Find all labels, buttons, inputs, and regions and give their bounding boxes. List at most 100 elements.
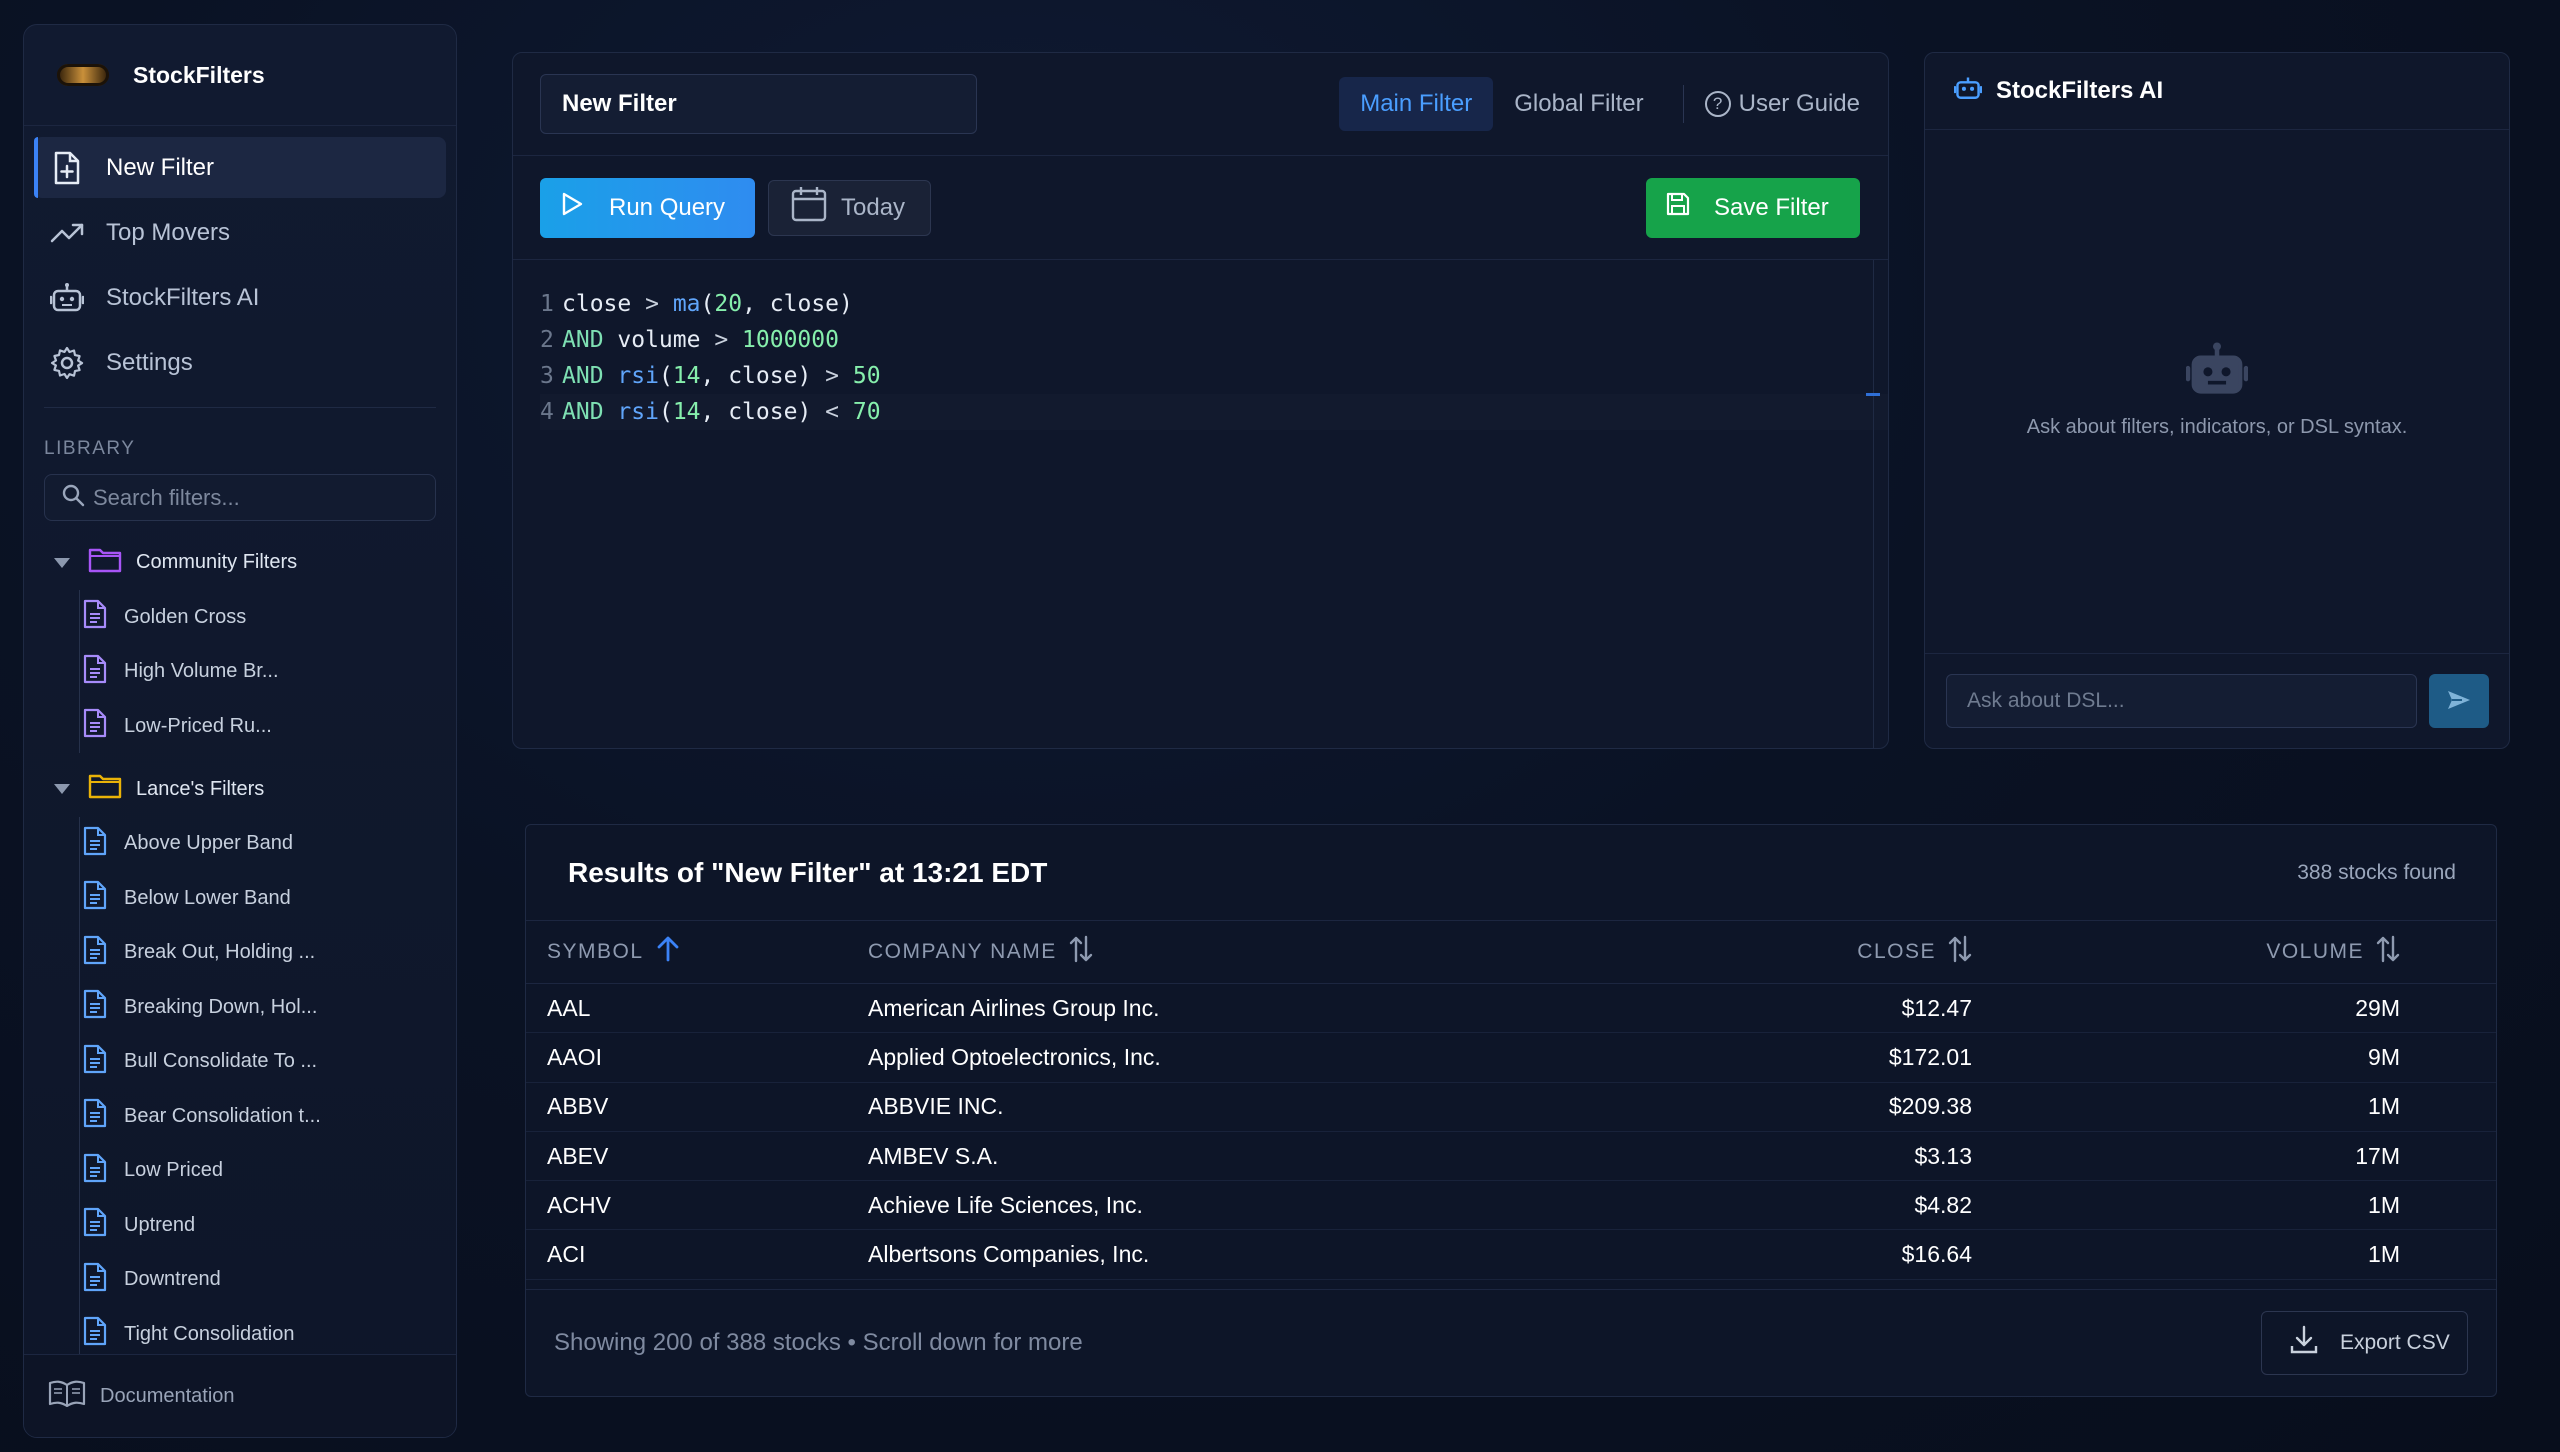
tab-main-filter[interactable]: Main Filter: [1339, 77, 1494, 131]
library-search-input[interactable]: [93, 484, 413, 511]
cell-volume: 29M: [2355, 994, 2400, 1021]
table-row[interactable]: ACI Albertsons Companies, Inc. $16.64 1M: [526, 1230, 2496, 1280]
table-row[interactable]: AAOI Applied Optoelectronics, Inc. $172.…: [526, 1033, 2496, 1083]
filter-file[interactable]: Below Lower Band: [24, 871, 456, 926]
cell-company: ABBVIE INC.: [868, 1093, 1004, 1120]
column-header-close[interactable]: CLOSE: [1738, 935, 1972, 969]
filter-file[interactable]: Uptrend: [24, 1198, 456, 1253]
trending-up-icon: [50, 216, 84, 250]
document-icon: [82, 989, 108, 1025]
nav-item-settings[interactable]: Settings: [34, 332, 446, 393]
ai-empty-state: Ask about filters, indicators, or DSL sy…: [1925, 341, 2509, 439]
cell-volume: 1M: [2368, 1191, 2400, 1218]
document-icon: [82, 1207, 108, 1243]
cell-volume: 1M: [2368, 1093, 2400, 1120]
send-icon: [2446, 689, 2472, 714]
table-row[interactable]: ABBV ABBVIE INC. $209.38 1M: [526, 1083, 2496, 1132]
code-editor[interactable]: 1 close > ma(20, close) 2 AND volume > 1…: [513, 260, 1888, 430]
filter-tabs: Main Filter Global Filter ? User Guide: [1339, 77, 1860, 131]
folder-icon: [88, 773, 122, 805]
download-icon: [2290, 1325, 2318, 1361]
table-row[interactable]: ABEV AMBEV S.A. $3.13 17M: [526, 1132, 2496, 1182]
cell-symbol: ACI: [547, 1241, 586, 1268]
run-query-button[interactable]: Run Query: [540, 177, 755, 238]
tab-global-filter[interactable]: Global Filter: [1493, 77, 1664, 131]
code-line: 1 close > ma(20, close): [540, 286, 1888, 322]
sort-ascending-icon[interactable]: [656, 936, 680, 968]
user-guide-link[interactable]: ? User Guide: [1704, 90, 1860, 118]
filter-file[interactable]: Low-Priced Ru...: [24, 699, 456, 754]
filter-name-input[interactable]: [540, 74, 977, 134]
code-text: AND volume > 1000000: [562, 327, 839, 353]
filter-file[interactable]: High Volume Br...: [24, 645, 456, 700]
nav-item-stockfilters-ai[interactable]: StockFilters AI: [34, 267, 446, 328]
table-row[interactable]: ACHV Achieve Life Sciences, Inc. $4.82 1…: [526, 1181, 2496, 1231]
documentation-label: Documentation: [100, 1384, 235, 1407]
save-filter-button[interactable]: Save Filter: [1646, 177, 1860, 238]
column-label: CLOSE: [1857, 940, 1936, 963]
filter-file[interactable]: Above Upper Band: [24, 817, 456, 872]
tab-separator: [1682, 85, 1684, 123]
cell-symbol: ABEV: [547, 1142, 609, 1169]
sort-icon[interactable]: [1069, 935, 1093, 969]
export-csv-button[interactable]: Export CSV: [2261, 1311, 2468, 1375]
scrollbar-cursor-marker: [1866, 393, 1880, 396]
column-label: VOLUME: [2266, 940, 2364, 963]
cell-company: Applied Optoelectronics, Inc.: [868, 1043, 1161, 1070]
sort-icon[interactable]: [2376, 935, 2400, 969]
user-guide-label: User Guide: [1738, 90, 1860, 117]
filter-file[interactable]: Bull Consolidate To ...: [24, 1035, 456, 1090]
sidebar: StockFilters New Filter Top Movers Stock…: [23, 24, 457, 1438]
date-label: Today: [841, 193, 906, 221]
filter-file[interactable]: Golden Cross: [24, 590, 456, 645]
table-row[interactable]: AAL American Airlines Group Inc. $12.47 …: [526, 984, 2496, 1034]
document-icon: [82, 1262, 108, 1298]
file-label: High Volume Br...: [124, 660, 279, 683]
line-number: 2: [540, 327, 554, 353]
editor-scrollbar[interactable]: [1873, 260, 1874, 748]
filter-file[interactable]: Downtrend: [24, 1253, 456, 1308]
file-label: Golden Cross: [124, 605, 247, 628]
filter-editor: Main Filter Global Filter ? User Guide R…: [512, 52, 1889, 749]
filter-file[interactable]: Bear Consolidation t...: [24, 1089, 456, 1144]
chevron-down-icon[interactable]: [54, 784, 70, 794]
file-label: Above Upper Band: [124, 832, 294, 855]
folder-icon: [88, 547, 122, 579]
document-icon: [82, 935, 108, 971]
brand[interactable]: StockFilters: [24, 25, 456, 126]
document-icon: [82, 599, 108, 635]
column-header-company-name[interactable]: COMPANY NAME: [868, 935, 1738, 969]
file-label: Break Out, Holding ...: [124, 941, 316, 964]
sort-icon[interactable]: [1948, 935, 1972, 969]
folder-community-filters[interactable]: Community Filters: [24, 535, 456, 590]
help-icon: ?: [1704, 91, 1731, 117]
document-icon: [82, 654, 108, 690]
document-icon: [82, 708, 108, 744]
book-icon: [48, 1379, 86, 1413]
nav-item-new-filter[interactable]: New Filter: [34, 137, 446, 198]
cell-close: $16.64: [1901, 1241, 1972, 1268]
column-header-symbol[interactable]: SYMBOL: [526, 936, 868, 968]
column-header-volume[interactable]: VOLUME: [1972, 935, 2400, 969]
robot-icon: [2185, 341, 2249, 404]
documentation-link[interactable]: Documentation: [24, 1354, 456, 1437]
results-header: Results of "New Filter" at 13:21 EDT 388…: [526, 825, 2496, 921]
code-text: AND rsi(14, close) > 50: [562, 363, 881, 389]
filter-file[interactable]: Low Priced: [24, 1144, 456, 1199]
folder-label: Community Filters: [136, 551, 298, 573]
file-plus-icon: [50, 151, 84, 185]
chevron-down-icon[interactable]: [54, 557, 70, 568]
ai-assistant-panel: StockFilters AI Ask about filters, indic…: [1924, 52, 2510, 749]
cell-close: $3.13: [1914, 1142, 1972, 1169]
library-search[interactable]: [44, 474, 436, 521]
filter-file[interactable]: Breaking Down, Hol...: [24, 980, 456, 1035]
date-picker-button[interactable]: Today: [768, 179, 931, 236]
nav-item-top-movers[interactable]: Top Movers: [34, 202, 446, 263]
main-nav: New Filter Top Movers StockFilters AI Se…: [24, 126, 456, 393]
ai-chat-input[interactable]: [1946, 674, 2417, 728]
send-button[interactable]: [2429, 674, 2489, 728]
folder-lances-filters[interactable]: Lance's Filters: [24, 762, 456, 817]
cell-symbol: ACHV: [547, 1191, 611, 1218]
filter-file[interactable]: Break Out, Holding ...: [24, 926, 456, 981]
search-icon: [61, 483, 85, 512]
